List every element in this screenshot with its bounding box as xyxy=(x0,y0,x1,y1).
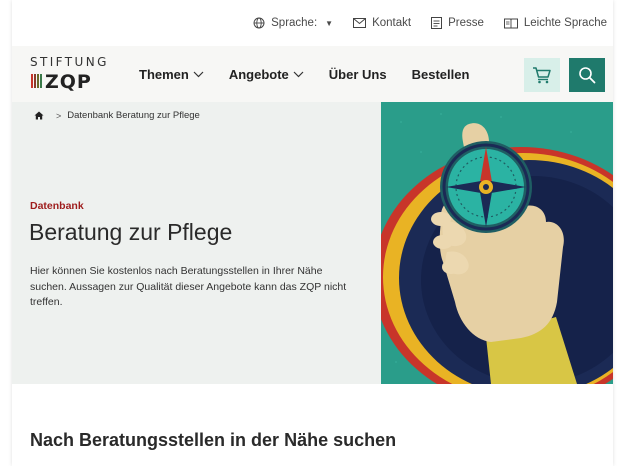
page-title: Beratung zur Pflege xyxy=(29,219,233,245)
search-button[interactable] xyxy=(569,58,605,92)
logo-word: ZQP xyxy=(45,71,92,93)
breadcrumb: > Datenbank Beratung zur Pflege xyxy=(34,110,200,121)
search-section-title: Nach Beratungsstellen in der Nähe suchen xyxy=(30,430,397,450)
nav-label: Über Uns xyxy=(328,66,387,82)
cart-button[interactable] xyxy=(524,58,560,92)
logo-color-bars xyxy=(31,74,43,88)
chevron-down-icon xyxy=(193,71,204,77)
contact-link[interactable]: Kontakt xyxy=(353,17,411,29)
nav-item-themen[interactable]: Themen xyxy=(139,67,204,82)
chevron-down-icon xyxy=(293,71,304,77)
breadcrumb-separator: > xyxy=(56,110,62,121)
home-icon[interactable] xyxy=(34,111,44,120)
language-label: Sprache: xyxy=(271,17,318,29)
nav-item-bestellen[interactable]: Bestellen xyxy=(412,67,470,82)
nav-item-angebote[interactable]: Angebote xyxy=(229,67,304,82)
book-icon xyxy=(503,18,518,28)
search-icon xyxy=(579,67,596,84)
easy-language-link[interactable]: Leichte Sprache xyxy=(503,17,607,29)
nav-label: Bestellen xyxy=(411,66,470,82)
cart-icon xyxy=(533,67,551,84)
document-icon xyxy=(431,17,443,29)
hero-section: > Datenbank Beratung zur Pflege Datenban… xyxy=(12,102,613,384)
nav-label: Angebote xyxy=(228,66,289,82)
mail-icon xyxy=(353,18,367,28)
contact-label: Kontakt xyxy=(372,17,412,29)
nav-label: Themen xyxy=(139,66,189,82)
utility-bar: Sprache: ▼ Kontakt Presse Leichte Sprach… xyxy=(12,0,613,46)
page-frame: Sprache: ▼ Kontakt Presse Leichte Sprach… xyxy=(12,0,613,466)
language-selector[interactable]: Sprache: ▼ xyxy=(253,17,333,29)
zqp-logo[interactable]: STIFTUNG ZQP xyxy=(30,54,110,94)
compass-hand-illustration xyxy=(381,102,613,384)
press-link[interactable]: Presse xyxy=(431,17,484,29)
globe-icon xyxy=(253,17,265,29)
nav-item-ueber-uns[interactable]: Über Uns xyxy=(329,67,387,82)
hero-description: Hier können Sie kostenlos nach Beratungs… xyxy=(30,265,347,308)
breadcrumb-current: Datenbank Beratung zur Pflege xyxy=(67,110,200,121)
caret-down-icon: ▼ xyxy=(325,18,334,28)
press-label: Presse xyxy=(448,17,484,29)
main-header: STIFTUNG ZQP Themen Angebote Über Uns Be… xyxy=(12,46,613,102)
logo-top-text: STIFTUNG xyxy=(30,55,109,69)
hero-kicker: Datenbank xyxy=(30,200,84,212)
easy-language-label: Leichte Sprache xyxy=(523,17,607,29)
main-nav: Themen Angebote Über Uns Bestellen xyxy=(139,67,494,82)
